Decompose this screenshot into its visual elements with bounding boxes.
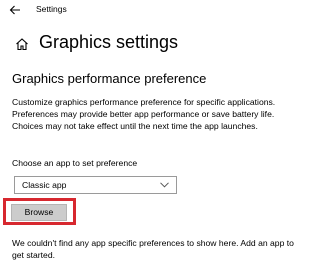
home-icon	[16, 38, 28, 51]
section-description: Customize graphics performance preferenc…	[12, 97, 276, 132]
browse-button[interactable]: Browse	[11, 204, 67, 221]
app-title: Settings	[36, 4, 67, 14]
back-arrow-icon[interactable]	[8, 3, 22, 17]
app-type-select-value: Classic app	[22, 180, 67, 190]
section-title: Graphics performance preference	[12, 71, 207, 86]
chevron-down-icon	[160, 182, 169, 188]
page-header: Graphics settings	[15, 32, 295, 58]
settings-window: Settings Graphics settings Graphics perf…	[0, 0, 300, 273]
app-picker-label: Choose an app to set preference	[12, 158, 138, 168]
page-title: Graphics settings	[39, 32, 179, 52]
app-type-select[interactable]: Classic app	[14, 176, 177, 194]
empty-state-message: We couldn't find any app specific prefer…	[12, 238, 294, 261]
title-bar: Settings	[0, 0, 300, 20]
